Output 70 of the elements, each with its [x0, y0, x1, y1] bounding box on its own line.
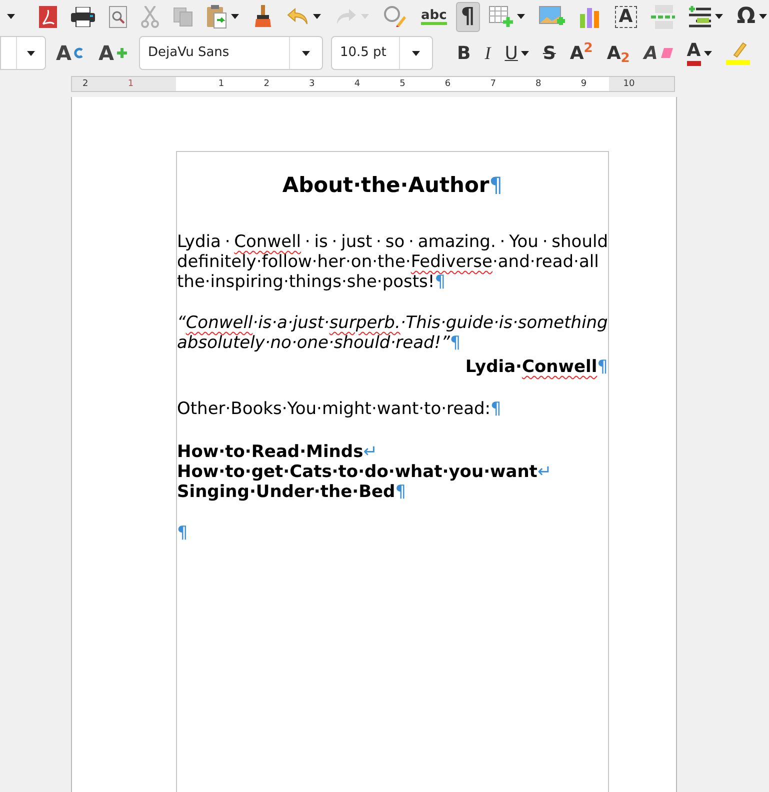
spelling-button[interactable]: abc: [416, 2, 452, 32]
page-magnifier-icon: [109, 6, 127, 28]
text-line: the·inspiring·things·she·posts!¶: [177, 272, 447, 292]
caret-icon: [313, 14, 321, 19]
ruler-number: 4: [354, 78, 360, 91]
ruler-number: 2: [82, 78, 88, 91]
ruler-number: 2: [264, 78, 270, 91]
pdf-icon: [39, 6, 57, 28]
clipboard-icon: [207, 4, 227, 28]
magnifier-pencil-icon: [383, 4, 407, 28]
undo-arrow-icon: [287, 8, 309, 26]
highlighter-icon: [726, 41, 750, 65]
caret-icon: [520, 50, 529, 56]
paragraph-style-box[interactable]: [0, 36, 46, 70]
redo-arrow-icon: [335, 8, 357, 26]
ruler-number: 1: [128, 78, 134, 91]
caret-icon: [516, 14, 525, 19]
text-line: “Conwell·is·a·just·surperb.·This·guide·is·something: [177, 313, 608, 333]
plus-icon: [116, 48, 127, 58]
font-color-button[interactable]: A: [682, 38, 716, 68]
font-size-field[interactable]: 10.5 pt: [330, 36, 433, 70]
image-icon: [538, 6, 565, 28]
table-icon: [488, 6, 513, 28]
page-break-icon: [650, 4, 675, 28]
ruler-number: 7: [490, 78, 496, 91]
clear-button[interactable]: A: [640, 38, 677, 68]
paintbrush-icon: [253, 4, 273, 28]
superscript-button[interactable]: A$^{2}$: [566, 38, 597, 68]
new-style-button[interactable]: A: [94, 38, 131, 68]
insert-lines-icon: [688, 6, 711, 28]
text-line: absolutely·no·one·should·read!”¶: [177, 333, 462, 353]
caret-icon: [231, 14, 239, 19]
scissors-icon: [141, 6, 159, 28]
caret-icon: [412, 50, 420, 56]
text-line: How·to·get·Cats·to·do·what·you·want↵: [177, 462, 553, 482]
caret-icon: [704, 50, 712, 56]
heading-text: About·the·Author¶: [281, 172, 504, 198]
bold-button[interactable]: B: [452, 38, 475, 68]
caret-icon: [302, 50, 310, 56]
eraser-icon: [660, 48, 673, 58]
caret-icon: [27, 50, 35, 56]
text-line: ¶: [177, 523, 189, 543]
text-line: Lydia · Conwell · is · just · so · amazing. · You · should: [177, 232, 608, 252]
text-line: How·to·Read·Minds↵: [177, 442, 378, 462]
italic-button[interactable]: I: [480, 38, 495, 68]
ruler-number: 9: [580, 78, 587, 91]
copy-icon: [173, 6, 193, 26]
caret-icon: [7, 14, 15, 19]
caret-icon: [759, 14, 768, 19]
special-button[interactable]: Ω: [732, 2, 769, 32]
printer-icon: [71, 6, 95, 26]
ruler-number: 6: [444, 78, 451, 91]
marks-button[interactable]: ¶: [456, 2, 480, 32]
font-name-field[interactable]: DejaVu Sans: [138, 36, 323, 70]
text-line: Other·Books·You·might·want·to·read:¶: [177, 399, 502, 419]
text-line: Lydia·Conwell¶: [464, 357, 608, 377]
text-line: Singing·Under·the·Bed¶: [177, 482, 408, 502]
underline-button[interactable]: U: [500, 38, 533, 68]
subscript-button[interactable]: A$_{2}$: [602, 38, 634, 68]
ruler-number: 1: [218, 78, 224, 91]
caret-icon: [714, 14, 723, 19]
caret-icon: [361, 14, 369, 19]
text-line: definitely·follow·her·on·the·Fediverse·and·read·all: [177, 252, 600, 272]
update-style-button[interactable]: A: [52, 38, 88, 68]
ruler-number: 3: [309, 78, 315, 91]
strike-button[interactable]: S: [538, 38, 560, 68]
ruler-number: 5: [400, 78, 406, 91]
bar-chart-icon: [578, 6, 601, 28]
ruler-number: 8: [536, 78, 542, 91]
ruler-number: 10: [623, 78, 635, 91]
